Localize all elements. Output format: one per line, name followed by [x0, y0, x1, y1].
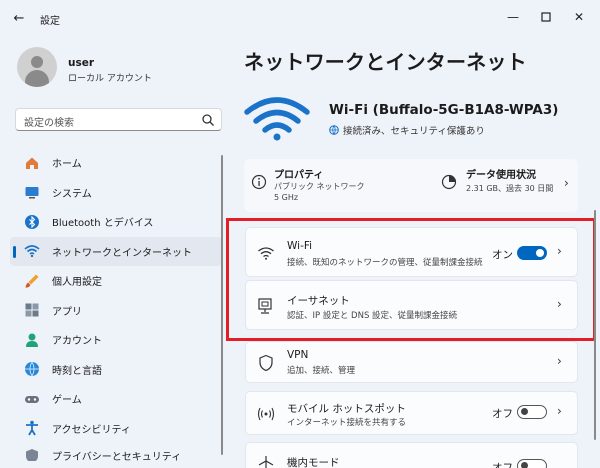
vpn-row-subtitle: 追加、接続、管理	[287, 366, 356, 376]
brush-icon	[24, 273, 40, 289]
vpn-row-title: VPN	[287, 349, 309, 361]
account-type: ローカル アカウント	[68, 74, 152, 84]
chevron-right-icon[interactable]: ›	[557, 354, 562, 368]
close-icon[interactable]: ✕	[568, 8, 590, 26]
airplane-row-title: 機内モード	[287, 457, 340, 468]
user-name: user	[68, 57, 95, 69]
title-bar: ← 設定 — ✕	[0, 0, 600, 34]
sidebar-item-label: ネットワークとインターネット	[52, 247, 192, 259]
gaming-icon	[24, 391, 40, 407]
system-icon	[24, 184, 40, 200]
maximize-icon[interactable]	[535, 8, 557, 26]
airplane-toggle-state: オフ	[492, 462, 513, 468]
hotspot-icon	[257, 407, 275, 421]
properties-network-type: パブリック ネットワーク	[274, 182, 365, 191]
sidebar-item-personalization[interactable]: 個人用設定	[10, 266, 222, 296]
bluetooth-icon	[24, 214, 40, 230]
sidebar-item-apps[interactable]: アプリ	[10, 296, 222, 326]
sidebar-item-accounts[interactable]: アカウント	[10, 325, 222, 355]
sidebar-item-label: システム	[52, 188, 92, 200]
sidebar-scrollbar[interactable]	[221, 155, 223, 455]
sidebar-item-privacy[interactable]: プライバシーとセキュリティ	[10, 443, 222, 461]
properties-card: プロパティ パブリック ネットワーク 5 GHz データ使用状況 2.31 GB…	[244, 159, 578, 212]
chevron-right-icon[interactable]: ›	[557, 404, 562, 418]
globe-icon	[329, 125, 339, 135]
hotspot-toggle-state: オフ	[492, 408, 513, 420]
airplane-toggle[interactable]	[517, 459, 547, 468]
home-icon	[24, 155, 40, 171]
search-input[interactable]: 設定の検索	[15, 108, 222, 131]
sidebar-item-label: 個人用設定	[52, 277, 102, 289]
sidebar-item-label: アクセシビリティ	[52, 424, 131, 436]
network-name: Wi-Fi (Buffalo-5G-B1A8-WPA3)	[329, 102, 559, 118]
sidebar-item-label: ゲーム	[52, 395, 82, 407]
app-title: 設定	[40, 16, 60, 27]
sidebar-item-home[interactable]: ホーム	[10, 148, 222, 178]
minimize-icon[interactable]: —	[502, 8, 524, 26]
network-status-text: 接続済み、セキュリティ保護あり	[343, 126, 485, 137]
vpn-settings-row[interactable]: VPN 追加、接続、管理 ›	[245, 341, 578, 383]
data-usage-detail: 2.31 GB、過去 30 日間	[466, 184, 554, 193]
back-arrow-icon[interactable]: ←	[10, 9, 28, 27]
sidebar-item-accessibility[interactable]: アクセシビリティ	[10, 414, 222, 444]
highlight-box	[226, 218, 596, 341]
hotspot-row-title: モバイル ホットスポット	[287, 403, 406, 415]
sidebar-item-label: 時刻と言語	[52, 365, 102, 377]
info-icon	[251, 174, 267, 190]
apps-icon	[24, 302, 40, 318]
data-usage-icon	[441, 174, 457, 190]
hotspot-toggle[interactable]	[517, 405, 547, 419]
network-status: 接続済み、セキュリティ保護あり	[329, 123, 485, 137]
airplane-icon	[258, 456, 274, 468]
search-icon	[202, 114, 214, 126]
sidebar-item-gaming[interactable]: ゲーム	[10, 384, 222, 414]
sidebar-nav: ホーム システム Bluetooth とデバイス ネットワークとインターネット …	[10, 148, 222, 461]
shield-icon	[259, 354, 273, 372]
avatar[interactable]	[17, 47, 57, 87]
time-language-icon	[24, 361, 40, 378]
sidebar-item-label: アカウント	[52, 336, 102, 348]
network-icon	[24, 243, 40, 259]
sidebar-item-time-language[interactable]: 時刻と言語	[10, 355, 222, 385]
sidebar-item-label: アプリ	[52, 306, 82, 318]
sidebar-item-network[interactable]: ネットワークとインターネット	[10, 236, 222, 266]
properties-title[interactable]: プロパティ	[274, 166, 323, 181]
account-icon	[24, 332, 40, 348]
sidebar-item-label: プライバシーとセキュリティ	[52, 452, 182, 461]
sidebar-item-label: Bluetooth とデバイス	[52, 218, 154, 230]
privacy-icon	[24, 448, 40, 461]
chevron-right-icon[interactable]: ›	[564, 176, 569, 190]
sidebar-item-label: ホーム	[52, 159, 82, 171]
search-placeholder: 設定の検索	[24, 118, 74, 129]
hotspot-settings-row[interactable]: モバイル ホットスポット インターネット接続を共有する オフ ›	[245, 391, 578, 435]
accessibility-icon	[24, 420, 40, 436]
hotspot-row-subtitle: インターネット接続を共有する	[287, 418, 407, 428]
sidebar-item-system[interactable]: システム	[10, 178, 222, 208]
properties-band: 5 GHz	[274, 193, 299, 202]
sidebar-item-bluetooth[interactable]: Bluetooth とデバイス	[10, 207, 222, 237]
main-scrollbar[interactable]	[594, 210, 596, 440]
wifi-icon	[244, 97, 310, 141]
data-usage-title[interactable]: データ使用状況	[466, 166, 536, 181]
page-title: ネットワークとインターネット	[244, 50, 527, 74]
airplane-settings-row[interactable]: 機内モード オフ	[245, 442, 578, 468]
